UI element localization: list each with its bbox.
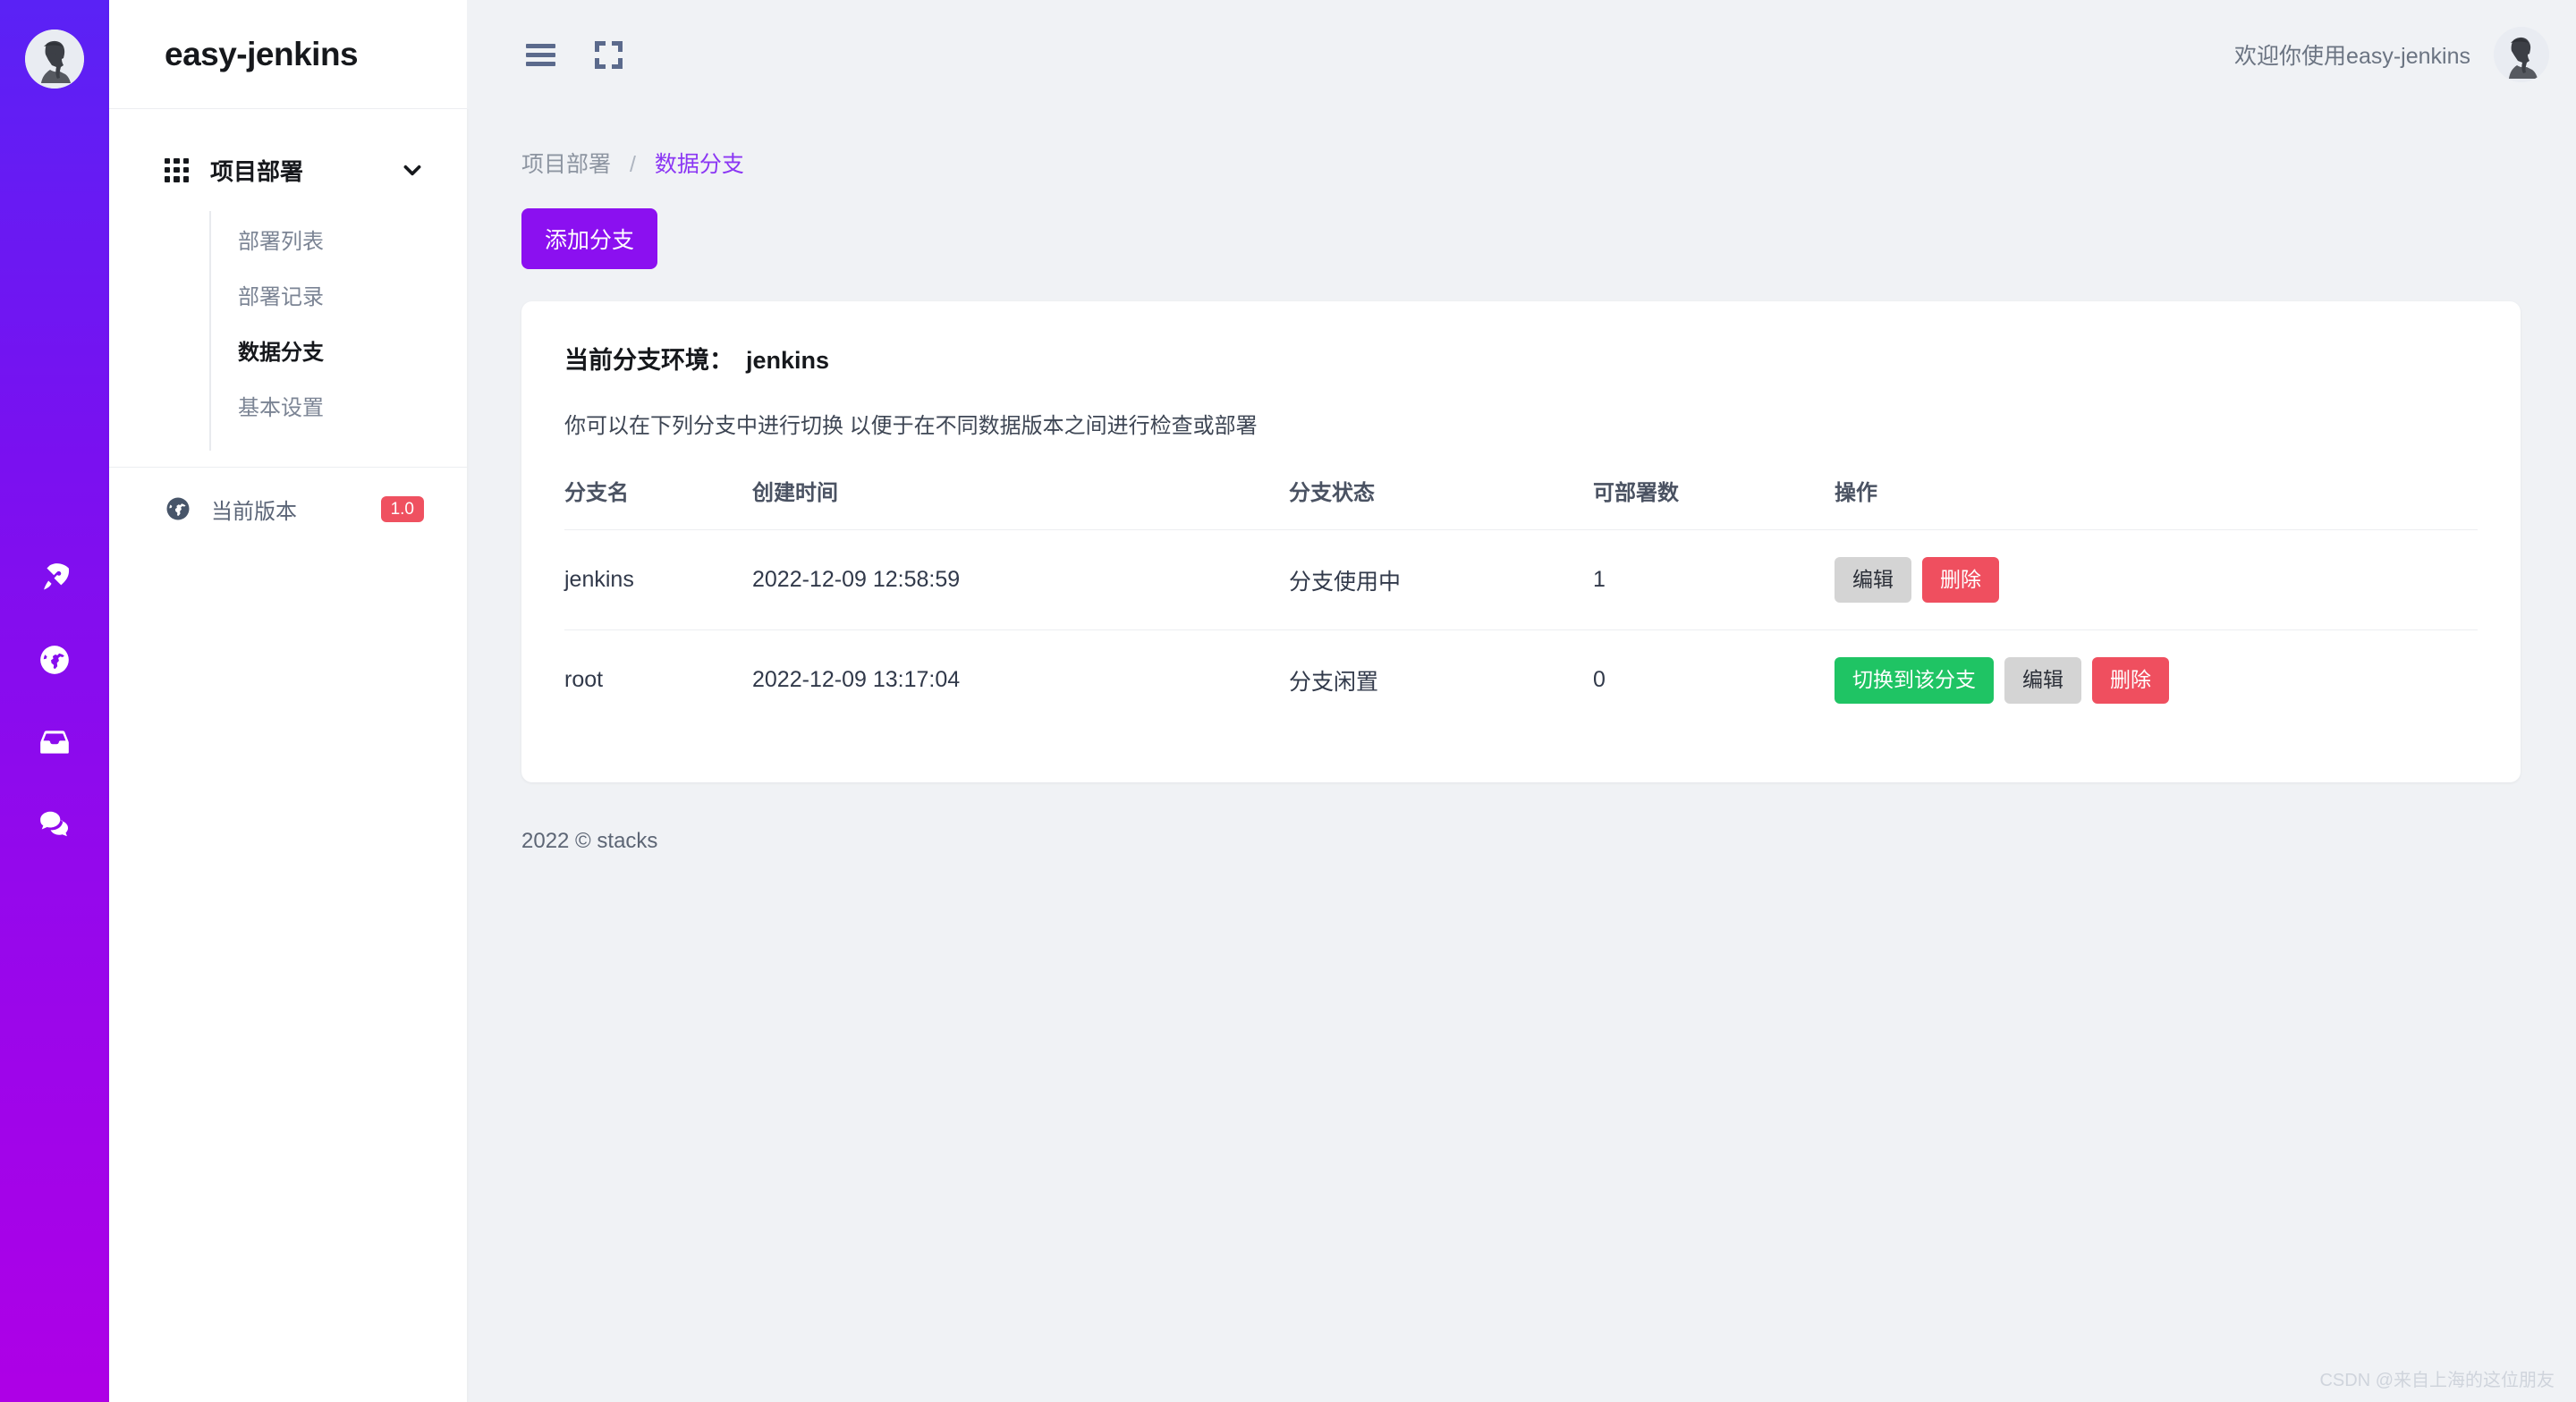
- cell-branch-state: 分支闲置: [1289, 629, 1593, 731]
- card-title: 当前分支环境： jenkins: [564, 341, 2478, 376]
- menu-icon: [525, 43, 555, 66]
- main-content: 项目部署 / 数据分支 添加分支 当前分支环境： jenkins 你可以在下列分支…: [467, 109, 2576, 1402]
- delete-button[interactable]: 删除: [1922, 557, 1999, 604]
- add-branch-button[interactable]: 添加分支: [521, 208, 658, 269]
- action-group: 编辑 删除: [1835, 557, 2478, 604]
- column-header-created-time: 创建时间: [752, 481, 838, 505]
- topbar: 欢迎你使用easy-jenkins: [467, 0, 2576, 109]
- cell-deployable: 1: [1593, 528, 1835, 630]
- avatar[interactable]: [2494, 27, 2549, 82]
- nav-group-label: 项目部署: [210, 157, 304, 185]
- nav-sub-list: 部署列表 部署记录 数据分支 基本设置: [209, 211, 467, 451]
- sidebar-item-deploy-records[interactable]: 部署记录: [211, 270, 467, 325]
- switch-branch-button[interactable]: 切换到该分支: [1835, 657, 1994, 704]
- sidebar: easy-jenkins 项目部署 部署列表 部署记录 数据分支 基本设置 当前…: [109, 0, 467, 1402]
- sidebar-item-deploy-list[interactable]: 部署列表: [211, 215, 467, 270]
- column-header-branch-state: 分支状态: [1289, 481, 1375, 505]
- avatar-portrait: [2494, 27, 2549, 82]
- nav-group-header[interactable]: 项目部署: [109, 143, 467, 197]
- chevron-down-icon[interactable]: [401, 158, 424, 182]
- rail-avatar[interactable]: [25, 30, 84, 89]
- table-header-row: 分支名 创建时间 分支状态 可部署数 操作: [564, 475, 2478, 530]
- rail-icon-list: [0, 536, 109, 866]
- avatar-portrait: [25, 30, 84, 89]
- cell-branch-name: jenkins: [564, 528, 752, 630]
- rocket-icon[interactable]: [0, 536, 109, 619]
- column-header-deployable: 可部署数: [1593, 481, 1679, 505]
- breadcrumb: 项目部署 / 数据分支: [467, 109, 2576, 179]
- edit-button[interactable]: 编辑: [1835, 557, 1911, 604]
- edit-button[interactable]: 编辑: [2004, 657, 2081, 704]
- app-root: easy-jenkins 项目部署 部署列表 部署记录 数据分支 基本设置 当前…: [0, 0, 2576, 1402]
- cell-created-time: 2022-12-09 12:58:59: [752, 528, 1289, 630]
- chat-icon[interactable]: [0, 783, 109, 866]
- card-title-prefix: 当前分支环境：: [564, 347, 733, 374]
- cell-deployable: 0: [1593, 629, 1835, 731]
- inbox-icon[interactable]: [0, 701, 109, 783]
- footer: 2022 © stacks: [521, 828, 658, 853]
- fullscreen-button[interactable]: [583, 30, 633, 80]
- nav-group-project-deploy: 项目部署 部署列表 部署记录 数据分支 基本设置: [109, 109, 467, 451]
- current-version-label: 当前版本: [211, 499, 297, 524]
- breadcrumb-separator: /: [629, 152, 636, 177]
- version-badge: 1.0: [380, 495, 424, 522]
- watermark: CSDN @来自上海的这位朋友: [2319, 1371, 2555, 1390]
- sidebar-item-current-version[interactable]: 当前版本 1.0: [109, 468, 467, 550]
- cell-actions: 编辑 删除: [1835, 528, 2478, 630]
- globe-icon: [165, 495, 191, 522]
- fullscreen-icon: [594, 40, 623, 69]
- table-body: jenkins 2022-12-09 12:58:59 分支使用中 1 编辑 删…: [564, 528, 2478, 731]
- welcome-text: 欢迎你使用easy-jenkins: [2234, 44, 2470, 69]
- delete-button[interactable]: 删除: [2092, 657, 2169, 704]
- sidebar-header: easy-jenkins: [109, 0, 467, 109]
- cell-branch-name: root: [564, 629, 752, 731]
- cell-branch-state: 分支使用中: [1289, 528, 1593, 630]
- cell-created-time: 2022-12-09 13:17:04: [752, 629, 1289, 731]
- globe-icon[interactable]: [0, 619, 109, 701]
- card-description: 你可以在下列分支中进行切换 以便于在不同数据版本之间进行检查或部署: [564, 414, 1258, 438]
- sidebar-item-data-branch[interactable]: 数据分支: [211, 325, 467, 381]
- table-row: jenkins 2022-12-09 12:58:59 分支使用中 1 编辑 删…: [564, 528, 2478, 630]
- breadcrumb-current[interactable]: 数据分支: [655, 152, 744, 177]
- action-group: 切换到该分支 编辑 删除: [1835, 657, 2478, 704]
- table-head: 分支名 创建时间 分支状态 可部署数 操作: [564, 475, 2478, 530]
- grid-icon: [165, 157, 189, 182]
- sidebar-item-basic-settings[interactable]: 基本设置: [211, 381, 467, 436]
- column-header-branch-name: 分支名: [564, 481, 629, 505]
- branch-card: 当前分支环境： jenkins 你可以在下列分支中进行切换 以便于在不同数据版本之…: [521, 301, 2521, 782]
- left-rail: [0, 0, 109, 1402]
- cell-actions: 切换到该分支 编辑 删除: [1835, 629, 2478, 731]
- brand-title: easy-jenkins: [165, 35, 359, 72]
- breadcrumb-parent: 项目部署: [521, 152, 612, 177]
- topbar-right: 欢迎你使用easy-jenkins: [2234, 27, 2576, 82]
- menu-toggle-button[interactable]: [515, 30, 565, 80]
- branch-table: 分支名 创建时间 分支状态 可部署数 操作 jenkins 2022-12-09…: [564, 475, 2478, 731]
- column-header-actions: 操作: [1835, 481, 1877, 505]
- current-env-value: jenkins: [746, 347, 830, 374]
- table-row: root 2022-12-09 13:17:04 分支闲置 0 切换到该分支 编…: [564, 629, 2478, 731]
